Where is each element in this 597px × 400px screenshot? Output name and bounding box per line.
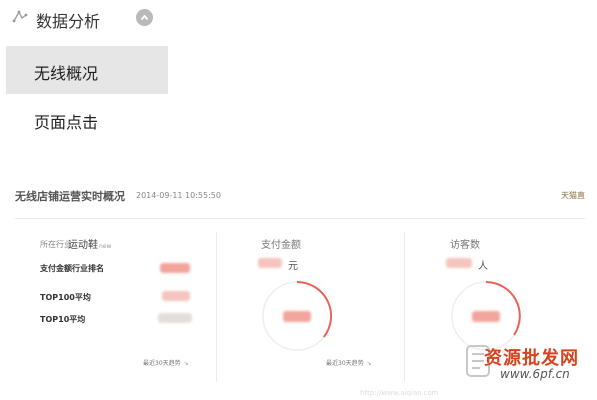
industry-suffix: new [99,243,112,250]
panel-timestamp: 2014-09-11 10:55:50 [136,191,221,200]
ranking-row-label: 支付金额行业排名 [40,264,104,273]
top10-value-obscured [158,313,192,323]
payment-amount-label: 支付金额 [261,240,301,251]
industry-name: 运动鞋 [68,240,98,251]
visitors-count-obscured [446,258,472,268]
watermark-faint-url: http://www.aiqiao.com [360,389,439,397]
top100-value-obscured [162,291,190,301]
payment-amount-obscured [258,258,282,268]
column-divider [216,232,217,382]
industry-value: 运动鞋new [68,236,111,251]
trend-icon [12,10,28,23]
collapse-button[interactable] [136,9,153,26]
visitors-unit: 人 [478,261,488,272]
chevron-up-icon [140,14,149,21]
arrow-down-right-icon: ↘ [183,360,189,367]
top10-row-label: TOP10平均 [40,315,86,324]
ranking-value-obscured [160,263,190,273]
panel-title: 无线店铺运营实时概况 [15,190,125,203]
trend-link-label: 最近30天趋势 [143,360,181,367]
nav-item-label: 页面点击 [34,113,99,132]
payment-gauge-value-obscured [283,311,311,322]
panel-divider [15,218,585,219]
nav-item-page-clicks[interactable]: 页面点击 [6,95,168,143]
payment-amount-unit: 元 [288,261,298,272]
visitors-label: 访客数 [450,240,480,251]
trend-link-label: 最近30天趋势 [326,360,364,367]
trend-link-payment[interactable]: 最近30天趋势 ↘ [326,358,372,367]
column-divider [404,232,405,382]
nav-section-title: 数据分析 [36,12,101,31]
visitors-gauge-value-obscured [472,311,500,322]
trend-link-ranking[interactable]: 最近30天趋势 ↘ [143,358,189,367]
arrow-down-right-icon: ↘ [366,360,372,367]
nav-item-wireless-overview[interactable]: 无线概况 [6,46,168,94]
nav-item-label: 无线概况 [34,64,99,83]
watermark-url: www.6pf.cn [500,367,570,381]
panel-header-link[interactable]: 天猫直 [561,190,585,201]
top100-row-label: TOP100平均 [40,293,91,302]
